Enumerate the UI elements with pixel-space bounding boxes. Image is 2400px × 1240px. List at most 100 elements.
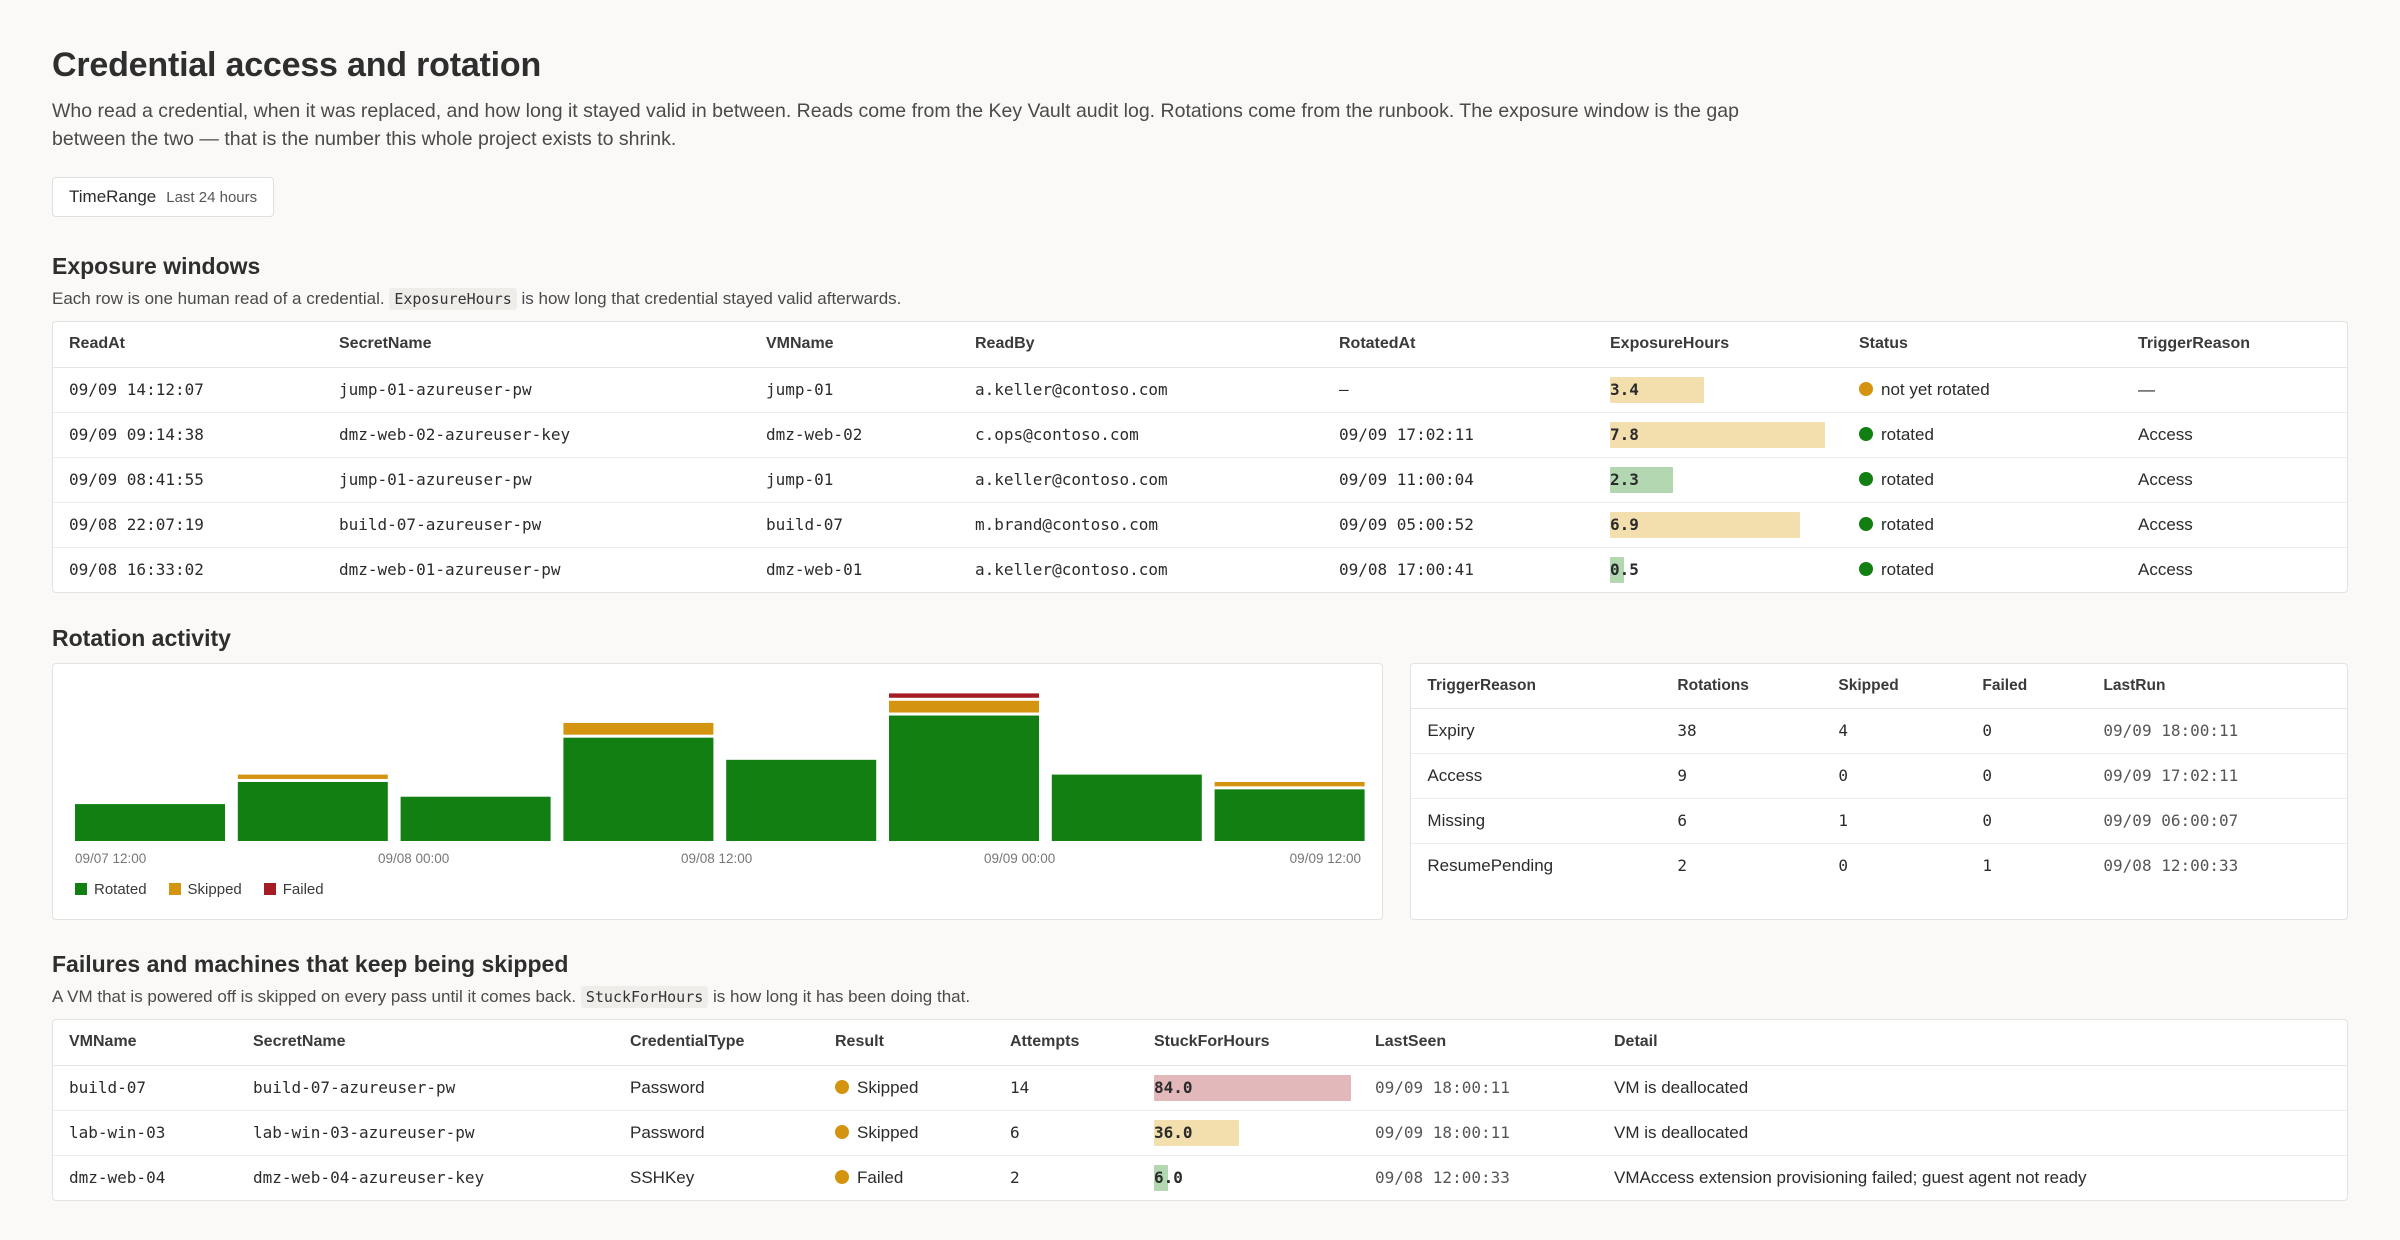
failed-cell: 1 (1982, 856, 1993, 876)
legend-item-failed[interactable]: Failed (263, 881, 324, 898)
failure-row[interactable]: lab-win-03 lab-win-03-azureuser-pw Passwor… (53, 1110, 2347, 1156)
summary-col-header[interactable]: Skipped (1822, 664, 1967, 709)
rotated-bar[interactable] (1214, 789, 1365, 841)
exposure-sub-suffix: is how long that credential stayed valid… (521, 289, 902, 308)
exposure-col-header[interactable]: TriggerReason (2122, 322, 2347, 368)
legend-label: Skipped (187, 881, 242, 898)
trigger-reason-cell: ResumePending (1427, 855, 1554, 875)
failures-section: Failures and machines that keep being sk… (52, 951, 2348, 1201)
exposure-hours-value: 6.9 (1610, 514, 1639, 534)
attempts-cell: 2 (1010, 1168, 1020, 1188)
stuck-hours-bar: 84.0 (1154, 1074, 1359, 1101)
failures-col-header[interactable]: Detail (1598, 1020, 2347, 1066)
trigger-reason-cell: Expiry (1411, 708, 1662, 754)
summary-row[interactable]: ResumePending 2 0 1 09/08 12:00:33 (1411, 843, 2347, 888)
secret-name-cell: dmz-web-01-azureuser-pw (339, 560, 561, 580)
vm-name-cell: dmz-web-02 (750, 412, 959, 458)
detail-cell: VM is deallocated (1598, 1110, 2347, 1156)
result-label: Failed (857, 1167, 904, 1187)
exposure-hours-value: 2.3 (1610, 469, 1639, 489)
detail-cell: VMAccess extension provisioning failed; … (1614, 1167, 2087, 1187)
rotated-bar[interactable] (1051, 774, 1202, 841)
trigger-reason-cell: Access (1411, 753, 1662, 799)
time-range-parameter[interactable]: TimeRange Last 24 hours (52, 177, 275, 217)
summary-col-header[interactable]: TriggerReason (1411, 664, 1662, 709)
rotated-bar[interactable] (75, 804, 225, 841)
trigger-reason-cell: — (2122, 367, 2347, 413)
summary-row[interactable]: Expiry 38 4 0 09/09 18:00:11 (1411, 708, 2347, 754)
failures-col-header[interactable]: CredentialType (614, 1020, 819, 1066)
legend-swatch (263, 883, 276, 895)
rotated-bar[interactable] (726, 759, 877, 841)
exposure-hours-bar: 7.8 (1610, 421, 1843, 448)
exposure-subtitle: Each row is one human read of a credenti… (52, 288, 2348, 310)
vm-name-cell: jump-01 (750, 367, 959, 413)
rotation-title: Rotation activity (52, 625, 231, 651)
summary-row[interactable]: Missing 6 1 0 09/09 06:00:07 (1411, 798, 2347, 844)
exposure-col-header[interactable]: SecretName (323, 322, 750, 368)
skipped-bar[interactable] (889, 700, 1039, 713)
legend-item-rotated[interactable]: Rotated (75, 881, 147, 898)
exposure-hours-cell: 7.8 (1594, 412, 1843, 458)
read-at-cell: 09/09 09:14:38 (53, 412, 323, 458)
result-label: Skipped (857, 1077, 919, 1097)
exposure-col-header[interactable]: RotatedAt (1323, 322, 1594, 368)
stuck-hours-code: StuckForHours (580, 986, 709, 1008)
exposure-row[interactable]: 09/09 09:14:38 dmz-web-02-azureuser-key dm… (53, 412, 2347, 458)
rotated-bar[interactable] (563, 737, 714, 841)
exposure-row[interactable]: 09/08 22:07:19 build-07-azureuser-pw build… (53, 502, 2347, 548)
failures-col-header[interactable]: Attempts (994, 1020, 1138, 1066)
parameter-value: Last 24 hours (166, 189, 258, 206)
skipped-bar[interactable] (237, 774, 388, 779)
failed-bar[interactable] (889, 693, 1039, 698)
exposure-title: Exposure windows (52, 253, 261, 279)
rotated-bar[interactable] (400, 796, 551, 841)
status-label: rotated (1881, 469, 1934, 489)
failures-col-header[interactable]: SecretName (237, 1020, 614, 1066)
failures-col-header[interactable]: VMName (53, 1020, 237, 1066)
rotations-cell: 9 (1661, 753, 1823, 799)
exposure-col-header[interactable]: ReadBy (959, 322, 1323, 368)
summary-col-header[interactable]: LastRun (2087, 664, 2347, 709)
page-description: Who read a credential, when it was repla… (52, 100, 1739, 150)
x-tick-label: 09/08 12:00 (681, 851, 752, 866)
failures-col-header[interactable]: Result (819, 1020, 994, 1066)
failures-col-header[interactable]: LastSeen (1359, 1020, 1598, 1066)
secret-name-cell: dmz-web-02-azureuser-key (323, 412, 750, 458)
last-run-cell: 09/08 12:00:33 (2103, 856, 2239, 876)
secret-name-cell: build-07-azureuser-pw (323, 502, 750, 548)
exposure-row[interactable]: 09/08 16:33:02 dmz-web-01-azureuser-pw dmz… (53, 547, 2347, 592)
rotated-bar[interactable] (237, 781, 388, 841)
rotated-at-cell: 09/09 05:00:52 (1323, 502, 1594, 548)
legend-label: Rotated (94, 881, 147, 898)
x-tick-label: 09/07 12:00 (75, 851, 146, 866)
exposure-row[interactable]: 09/09 14:12:07 jump-01-azureuser-pw jump-0… (53, 367, 2347, 413)
read-by-cell: a.keller@contoso.com (959, 457, 1323, 503)
status-label: rotated (1881, 514, 1934, 534)
skipped-bar[interactable] (563, 722, 714, 735)
secret-name-cell: jump-01-azureuser-pw (323, 457, 750, 503)
stuck-hours-value: 6.0 (1154, 1167, 1183, 1187)
exposure-row[interactable]: 09/09 08:41:55 jump-01-azureuser-pw jump-0… (53, 457, 2347, 503)
exposure-col-header[interactable]: ExposureHours (1594, 322, 1843, 368)
rotated-bar[interactable] (889, 715, 1039, 841)
failure-row[interactable]: build-07 build-07-azureuser-pw Password Ski… (53, 1065, 2347, 1111)
trigger-reason-cell: Access (2122, 457, 2347, 503)
read-by-cell: a.keller@contoso.com (959, 367, 1323, 413)
attempts-cell: 6 (994, 1110, 1138, 1156)
x-tick-label: 09/09 12:00 (1290, 851, 1361, 866)
result-dot-icon (835, 1169, 849, 1184)
skipped-bar[interactable] (1214, 781, 1365, 787)
exposure-col-header[interactable]: ReadAt (53, 322, 323, 368)
status-dot-icon (1859, 561, 1873, 576)
summary-row[interactable]: Access 9 0 0 09/09 17:02:11 (1411, 753, 2347, 799)
summary-col-header[interactable]: Failed (1966, 664, 2088, 709)
failure-row[interactable]: dmz-web-04 dmz-web-04-azureuser-key SSHKey… (53, 1155, 2347, 1200)
legend-item-skipped[interactable]: Skipped (168, 881, 242, 898)
exposure-col-header[interactable]: VMName (750, 322, 959, 368)
secret-name-cell: jump-01-azureuser-pw (323, 367, 750, 413)
exposure-col-header[interactable]: Status (1843, 322, 2122, 368)
failures-col-header[interactable]: StuckForHours (1138, 1020, 1359, 1066)
status-dot-icon (1859, 381, 1873, 396)
summary-col-header[interactable]: Rotations (1661, 664, 1823, 709)
